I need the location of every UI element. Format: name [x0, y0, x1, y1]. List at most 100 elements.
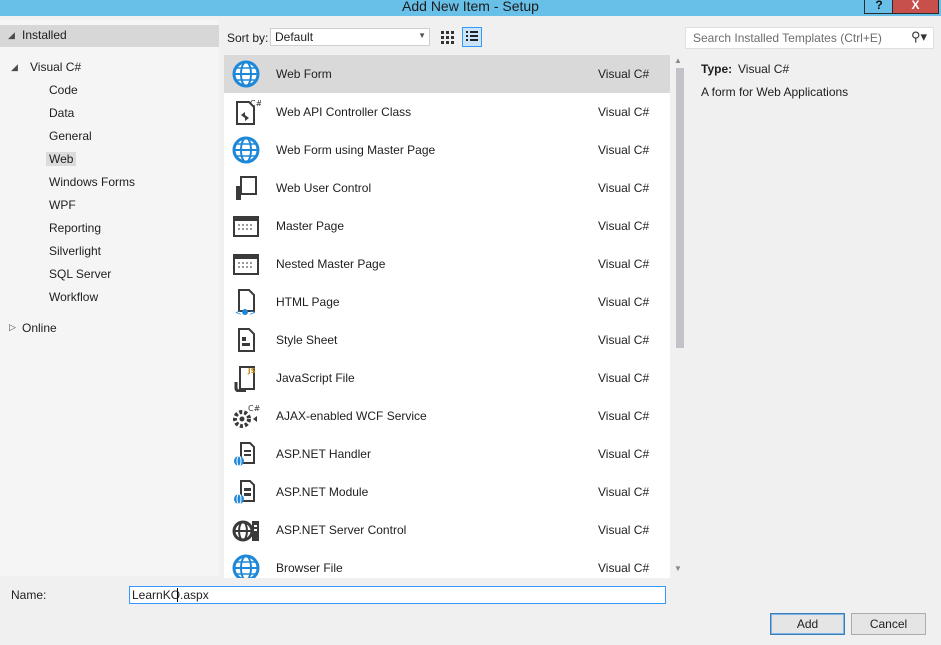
tree-item[interactable]: SQL Server	[49, 267, 111, 281]
template-name: Web User Control	[276, 181, 372, 195]
template-language: Visual C#	[598, 181, 650, 195]
tree-item[interactable]: Workflow	[49, 290, 98, 304]
wcf-service-icon: C#	[231, 402, 261, 430]
module-icon	[231, 478, 261, 506]
template-row[interactable]: Style Sheet Visual C#	[224, 321, 670, 359]
stylesheet-icon	[231, 326, 261, 354]
template-name: JavaScript File	[276, 371, 355, 385]
template-name: Browser File	[276, 561, 343, 575]
template-language: Visual C#	[598, 523, 650, 537]
help-button[interactable]: ?	[864, 0, 894, 14]
javascript-icon: JS	[231, 364, 261, 393]
template-language: Visual C#	[598, 143, 650, 157]
template-row[interactable]: Web User Control Visual C#	[224, 169, 670, 207]
template-list: Web Form Visual C# C# Web API Controller Cl…	[224, 55, 670, 578]
tree-item[interactable]: WPF	[49, 198, 76, 212]
list-view-button[interactable]	[462, 27, 482, 47]
template-name: ASP.NET Module	[276, 485, 369, 499]
template-name: AJAX-enabled WCF Service	[276, 409, 427, 423]
sort-by-label: Sort by:	[227, 31, 269, 45]
template-row[interactable]: JS JavaScript File Visual C#	[224, 359, 670, 397]
template-row[interactable]: C# AJAX-enabled WCF Service Visual C#	[224, 397, 670, 435]
svg-text:C#: C#	[248, 404, 261, 413]
globe-icon	[231, 60, 261, 88]
template-name: ASP.NET Server Control	[276, 523, 407, 537]
template-row[interactable]: ASP.NET Handler Visual C#	[224, 435, 670, 473]
template-language: Visual C#	[598, 105, 650, 119]
html-page-icon: < >	[231, 288, 261, 317]
medium-icons-view-button[interactable]	[437, 27, 457, 47]
svg-text:C#: C#	[250, 99, 261, 108]
template-row[interactable]: Nested Master Page Visual C#	[224, 245, 670, 283]
expand-triangle-icon[interactable]: ▷	[9, 322, 16, 333]
template-row[interactable]: Web Form using Master Page Visual C#	[224, 131, 670, 169]
template-language: Visual C#	[598, 371, 650, 385]
template-name: Web Form using Master Page	[276, 143, 436, 157]
master-page-icon	[231, 212, 261, 240]
template-language: Visual C#	[598, 257, 650, 271]
scroll-up-icon[interactable]: ▲	[674, 56, 682, 65]
grid-view-icon	[441, 31, 454, 44]
template-name: Web API Controller Class	[276, 105, 412, 119]
sort-value: Default	[275, 30, 314, 44]
template-language: Visual C#	[598, 447, 650, 461]
collapse-triangle-icon[interactable]: ◢	[8, 30, 15, 41]
tree-visual-csharp[interactable]: Visual C#	[30, 60, 81, 74]
template-name: HTML Page	[276, 295, 340, 309]
tree-item[interactable]: Reporting	[49, 221, 101, 235]
template-language: Visual C#	[598, 561, 650, 575]
cancel-button[interactable]: Cancel	[851, 613, 926, 635]
tree-item[interactable]: Silverlight	[49, 244, 101, 258]
svg-text:>: >	[249, 308, 256, 316]
template-language: Visual C#	[598, 219, 650, 233]
tree-item[interactable]: General	[49, 129, 92, 143]
template-row[interactable]: ASP.NET Module Visual C#	[224, 473, 670, 511]
template-row[interactable]: Web Form Visual C#	[224, 55, 670, 93]
search-placeholder: Search Installed Templates (Ctrl+E)	[693, 31, 882, 45]
tree-item[interactable]: Code	[49, 83, 78, 97]
window-title: Add New Item - Setup	[402, 0, 539, 14]
detail-description: A form for Web Applications	[701, 85, 849, 99]
template-row[interactable]: ASP.NET Server Control Visual C#	[224, 511, 670, 549]
search-icon[interactable]: ⚲▾	[911, 29, 927, 45]
list-view-icon	[466, 31, 478, 41]
search-templates-box[interactable]: Search Installed Templates (Ctrl+E) ⚲▾	[685, 27, 934, 49]
tree-item[interactable]: Windows Forms	[49, 175, 135, 189]
text-caret	[177, 588, 178, 602]
tree-item[interactable]: Web	[46, 152, 77, 166]
csharp-class-icon: C#	[231, 98, 263, 126]
handler-icon	[231, 440, 261, 468]
template-language: Visual C#	[598, 409, 650, 423]
scroll-down-icon[interactable]: ▼	[674, 564, 682, 573]
sort-dropdown[interactable]: Default ▼	[270, 28, 430, 46]
category-tree	[0, 20, 219, 576]
template-row[interactable]: Browser File Visual C#	[224, 549, 670, 578]
tree-installed[interactable]: Installed	[22, 28, 67, 42]
master-page-icon	[231, 250, 261, 278]
template-row[interactable]: Master Page Visual C#	[224, 207, 670, 245]
add-button[interactable]: Add	[770, 613, 845, 635]
tree-item[interactable]: Data	[49, 106, 74, 120]
template-language: Visual C#	[598, 67, 650, 81]
svg-text:<: <	[235, 308, 242, 316]
globe-icon	[231, 554, 261, 578]
dropdown-arrow-icon: ▼	[418, 31, 426, 40]
title-bar: Add New Item - Setup ? X	[0, 0, 941, 16]
template-row[interactable]: C# Web API Controller Class Visual C#	[224, 93, 670, 131]
name-label: Name:	[11, 588, 47, 602]
collapse-triangle-icon[interactable]: ◢	[11, 62, 18, 73]
template-name: Style Sheet	[276, 333, 338, 347]
name-field[interactable]	[129, 586, 666, 604]
template-name: Nested Master Page	[276, 257, 386, 271]
template-row[interactable]: < > HTML Page Visual C#	[224, 283, 670, 321]
template-language: Visual C#	[598, 333, 650, 347]
scrollbar-thumb[interactable]	[676, 68, 684, 348]
template-name: Web Form	[276, 67, 332, 81]
globe-icon	[231, 136, 261, 164]
detail-type-label: Type:	[701, 62, 733, 76]
template-name: Master Page	[276, 219, 345, 233]
user-control-icon	[231, 174, 261, 202]
svg-text:JS: JS	[247, 367, 256, 375]
close-button[interactable]: X	[892, 0, 939, 14]
tree-online[interactable]: Online	[22, 321, 57, 335]
